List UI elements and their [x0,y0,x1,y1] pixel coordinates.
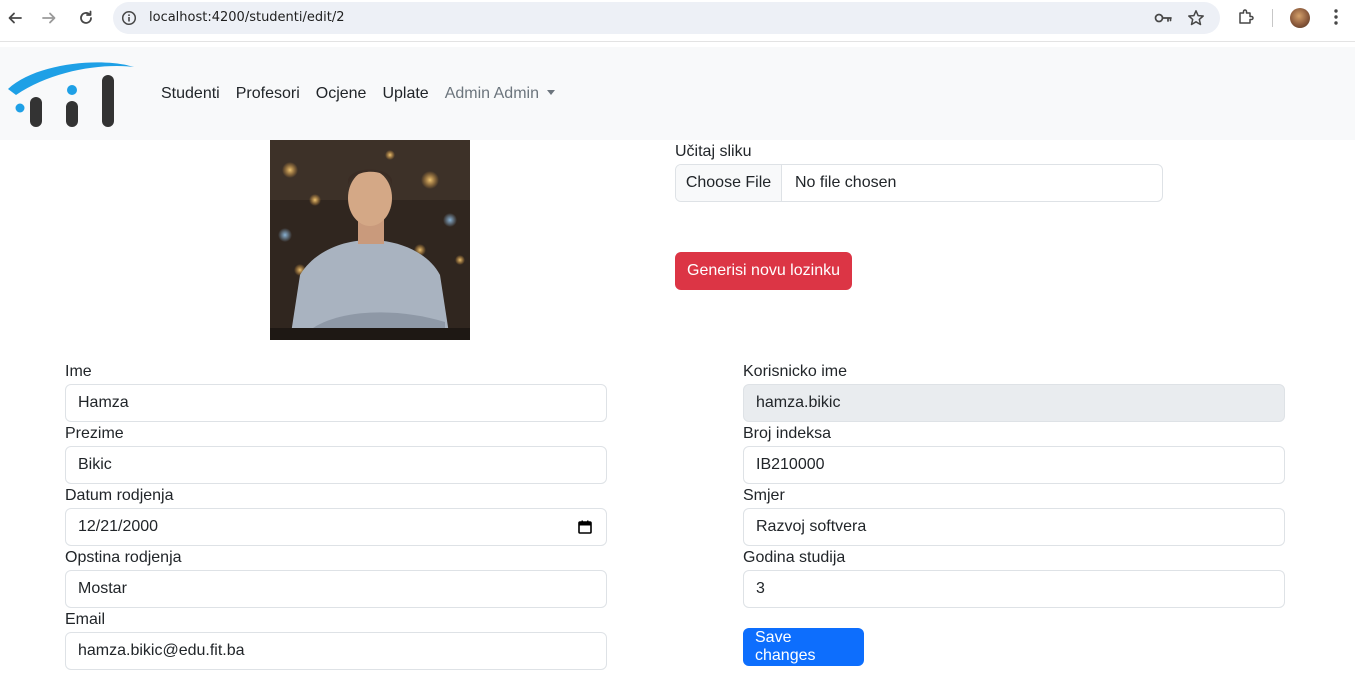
fit-logo[interactable] [6,59,136,131]
address-bar[interactable]: localhost:4200/studenti/edit/2 [113,2,1220,34]
calendar-icon[interactable] [578,520,592,534]
email-label: Email [65,611,106,628]
back-arrow-icon[interactable] [4,7,26,29]
user-menu-dropdown[interactable]: Admin Admin [437,85,563,103]
nav-link-profesori[interactable]: Profesori [228,85,308,103]
photo-file-input[interactable]: Choose File No file chosen [675,164,1163,202]
study-year-input[interactable]: 3 [743,570,1285,608]
toolbar-divider [1272,9,1273,27]
index-number-label: Broj indeksa [743,425,832,442]
birth-date-input[interactable]: 12/21/2000 [65,508,607,546]
study-year-value: 3 [756,580,765,597]
save-changes-button[interactable]: Save changes [743,628,864,666]
last-name-input[interactable]: Bikic [65,446,607,484]
username-input: hamza.bikic [743,384,1285,422]
email-input[interactable]: hamza.bikic@edu.fit.ba [65,632,607,670]
birth-date-value: 12/21/2000 [78,518,159,535]
password-key-icon[interactable] [1153,8,1173,28]
birth-date-label: Datum rodjenja [65,487,174,504]
upload-photo-label: Učitaj sliku [675,143,752,160]
study-program-value: Razvoj softvera [756,518,867,535]
caret-down-icon [546,90,555,95]
first-name-value: Hamza [78,394,129,411]
generate-password-button[interactable]: Generisi novu lozinku [675,252,852,290]
last-name-value: Bikic [78,456,112,473]
url-text[interactable]: localhost:4200/studenti/edit/2 [149,10,345,25]
study-year-label: Godina studija [743,549,846,566]
email-value: hamza.bikic@edu.fit.ba [78,642,245,659]
extensions-puzzle-icon[interactable] [1235,6,1257,28]
index-number-input[interactable]: IB210000 [743,446,1285,484]
birth-municipality-value: Mostar [78,580,127,597]
birth-municipality-label: Opstina rodjenja [65,549,182,566]
file-status-text: No file chosen [795,174,897,191]
student-photo [270,140,470,340]
forward-arrow-icon[interactable] [38,7,60,29]
profile-avatar[interactable] [1290,8,1310,28]
first-name-input[interactable]: Hamza [65,384,607,422]
nav-link-studenti[interactable]: Studenti [153,85,228,103]
first-name-label: Ime [65,363,92,380]
browser-toolbar: localhost:4200/studenti/edit/2 [0,0,1355,42]
reload-icon[interactable] [75,7,97,29]
birth-municipality-input[interactable]: Mostar [65,570,607,608]
choose-file-button[interactable]: Choose File [676,165,782,201]
nav-links: Studenti Profesori Ocjene Uplate Admin A… [153,85,563,103]
more-menu-icon[interactable] [1325,6,1347,28]
site-info-icon[interactable] [119,8,139,28]
username-label: Korisnicko ime [743,363,848,380]
bookmark-star-icon[interactable] [1186,8,1206,28]
last-name-label: Prezime [65,425,124,442]
user-menu-label: Admin Admin [444,85,539,102]
username-value: hamza.bikic [756,394,841,411]
app-navbar: Studenti Profesori Ocjene Uplate Admin A… [0,47,1355,140]
study-program-input[interactable]: Razvoj softvera [743,508,1285,546]
index-number-value: IB210000 [756,456,825,473]
study-program-label: Smjer [743,487,785,504]
nav-link-uplate[interactable]: Uplate [374,85,436,103]
nav-link-ocjene[interactable]: Ocjene [308,85,375,103]
